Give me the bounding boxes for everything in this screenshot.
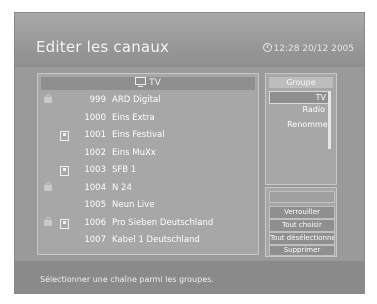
channel-number: 1007 xyxy=(84,235,106,245)
group-item-tv[interactable]: TV xyxy=(269,91,330,104)
tv-icon xyxy=(135,77,147,87)
tv-osd: Editer les canaux 12:28 20/12 2005 TV 99… xyxy=(14,12,365,294)
channel-name: Neun Live xyxy=(112,200,155,210)
favorite-icon xyxy=(60,131,69,141)
group-panel: Groupe TV Radio Renommer xyxy=(265,73,337,185)
channel-row[interactable]: 1005 Neun Live xyxy=(38,197,252,215)
clock-text: 12:28 20/12 2005 xyxy=(273,44,355,54)
channel-row[interactable]: 1006 Pro Sieben Deutschland xyxy=(38,215,252,233)
channel-number: 1005 xyxy=(84,200,106,210)
group-item-radio[interactable]: Radio xyxy=(269,105,328,115)
page-title: Editer les canaux xyxy=(36,38,170,56)
channel-row[interactable]: 1003 SFB 1 xyxy=(38,162,252,180)
channel-row[interactable]: 1000 Eins Extra xyxy=(38,110,252,128)
channel-list: 999 ARD Digital 1000 Eins Extra 1001 Eins Fes… xyxy=(38,92,252,250)
group-panel-title: Groupe xyxy=(269,77,333,88)
channel-name: Pro Sieben Deutschland xyxy=(112,217,214,228)
channel-name: Eins MuXx xyxy=(112,147,156,158)
channel-name: Kabel 1 Deutschland xyxy=(112,235,200,245)
action-panel: Verrouiller Tout choisir Tout désélectio… xyxy=(265,187,337,257)
channel-number: 1001 xyxy=(84,130,106,140)
select-all-button[interactable]: Tout choisir xyxy=(269,219,335,232)
lock-button[interactable]: Verrouiller xyxy=(269,206,335,219)
favorite-icon xyxy=(60,218,69,229)
lock-icon xyxy=(44,94,52,103)
channel-name: ARD Digital xyxy=(112,95,161,105)
channel-number: 1006 xyxy=(84,217,106,228)
rename-button[interactable]: Renommer xyxy=(269,120,331,129)
channel-name: N 24 xyxy=(112,182,132,193)
clock-icon xyxy=(262,43,272,52)
channel-number: 999 xyxy=(89,95,106,105)
channel-number: 1004 xyxy=(84,182,106,193)
action-spacer xyxy=(269,191,335,203)
channel-list-title: TV xyxy=(149,78,161,88)
delete-button[interactable]: Supprimer xyxy=(269,245,335,256)
lock-icon xyxy=(44,216,52,226)
screen: Editer les canaux 12:28 20/12 2005 TV 99… xyxy=(0,0,377,304)
status-message: Sélectionner une chaîne parmi les groupe… xyxy=(40,275,214,284)
channel-row[interactable]: 1007 Kabel 1 Deutschland xyxy=(38,232,252,250)
channel-row[interactable]: 999 ARD Digital xyxy=(38,92,252,110)
channel-list-panel: TV 999 ARD Digital 1000 Eins Extra 1001 Eins … xyxy=(37,73,271,255)
channel-name: Eins Festival xyxy=(112,130,165,140)
channel-row[interactable]: 1004 N 24 xyxy=(38,180,252,198)
favorite-icon xyxy=(60,166,69,176)
channel-row[interactable]: 1002 Eins MuXx xyxy=(38,145,252,163)
clock: 12:28 20/12 2005 xyxy=(262,43,355,54)
deselect-all-button[interactable]: Tout désélectionner xyxy=(269,232,335,245)
channel-number: 1002 xyxy=(84,147,106,158)
channel-row[interactable]: 1001 Eins Festival xyxy=(38,127,252,145)
channel-name: Eins Extra xyxy=(112,112,155,123)
channel-number: 1003 xyxy=(84,165,106,175)
group-scrollbar[interactable] xyxy=(328,91,331,149)
channel-list-header: TV xyxy=(41,77,255,90)
lock-icon xyxy=(44,181,52,191)
channel-number: 1000 xyxy=(84,112,106,123)
channel-name: SFB 1 xyxy=(112,165,137,175)
